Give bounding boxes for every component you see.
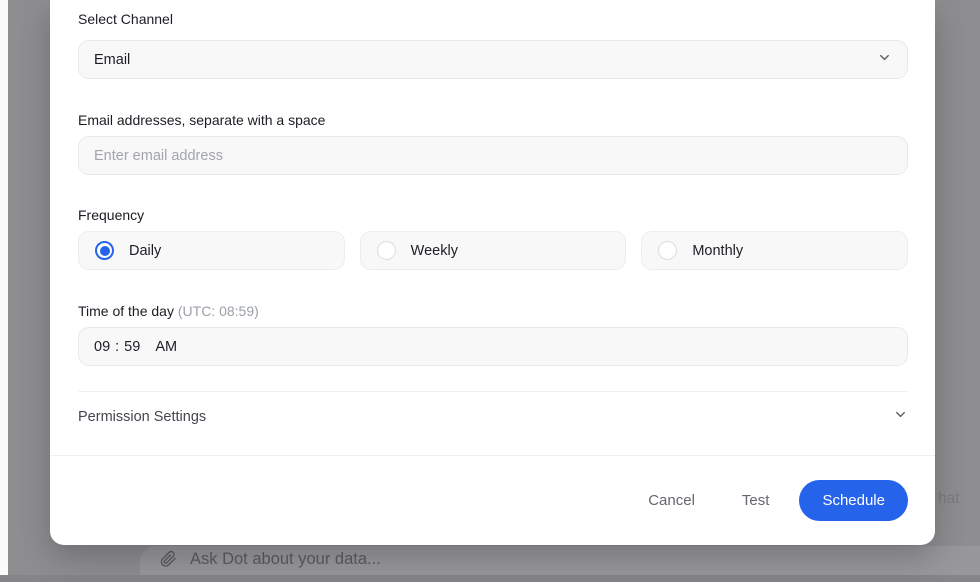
paperclip-icon (160, 550, 177, 568)
permission-settings-toggle[interactable]: Permission Settings (78, 392, 908, 442)
screen: hat Ask Dot about your data... Select Ch… (0, 0, 980, 582)
channel-label: Select Channel (78, 11, 173, 27)
radio-unchecked-icon (658, 241, 678, 260)
schedule-modal: Select Channel Email Email addresses, se… (50, 0, 935, 545)
time-meridiem: AM (155, 338, 178, 355)
frequency-label: Frequency (78, 207, 145, 223)
background-text-fragment: hat (938, 490, 960, 507)
cancel-button[interactable]: Cancel (648, 492, 695, 509)
chevron-down-icon (877, 50, 892, 69)
channel-select[interactable]: Email (78, 40, 908, 79)
test-button[interactable]: Test (742, 492, 770, 509)
frequency-option-monthly[interactable]: Monthly (641, 231, 909, 270)
page-left-edge (0, 0, 8, 582)
chevron-down-icon (893, 407, 908, 427)
frequency-option-weekly[interactable]: Weekly (359, 231, 627, 270)
time-utc-note: (UTC: 08:59) (177, 303, 259, 319)
radio-unchecked-icon (376, 241, 396, 260)
email-label: Email addresses, separate with a space (78, 112, 326, 128)
email-input[interactable] (94, 147, 892, 164)
time-input[interactable]: 09 : 59 AM (78, 327, 908, 366)
time-label-text: Time of the day (78, 303, 174, 319)
channel-selected-value: Email (94, 51, 131, 68)
background-chat-placeholder-text: Ask Dot about your data... (190, 549, 381, 568)
time-minute: 59 (124, 338, 141, 355)
frequency-option-label: Monthly (692, 242, 744, 259)
frequency-option-daily[interactable]: Daily (78, 231, 345, 270)
frequency-option-label: Weekly (410, 242, 458, 259)
schedule-button[interactable]: Schedule (799, 480, 908, 521)
email-field-wrapper (78, 136, 908, 175)
modal-footer: Cancel Test Schedule (78, 456, 908, 545)
time-hour: 09 (94, 338, 111, 355)
frequency-option-label: Daily (129, 242, 162, 259)
time-label: Time of the day (UTC: 08:59) (78, 301, 908, 321)
permission-settings-label: Permission Settings (78, 409, 207, 425)
frequency-options: Daily Weekly Monthly (78, 231, 909, 270)
background-chat-placeholder: Ask Dot about your data... (160, 546, 381, 572)
time-separator: : (115, 338, 120, 355)
radio-checked-icon (95, 241, 114, 260)
background-bottom-strip (0, 575, 980, 582)
